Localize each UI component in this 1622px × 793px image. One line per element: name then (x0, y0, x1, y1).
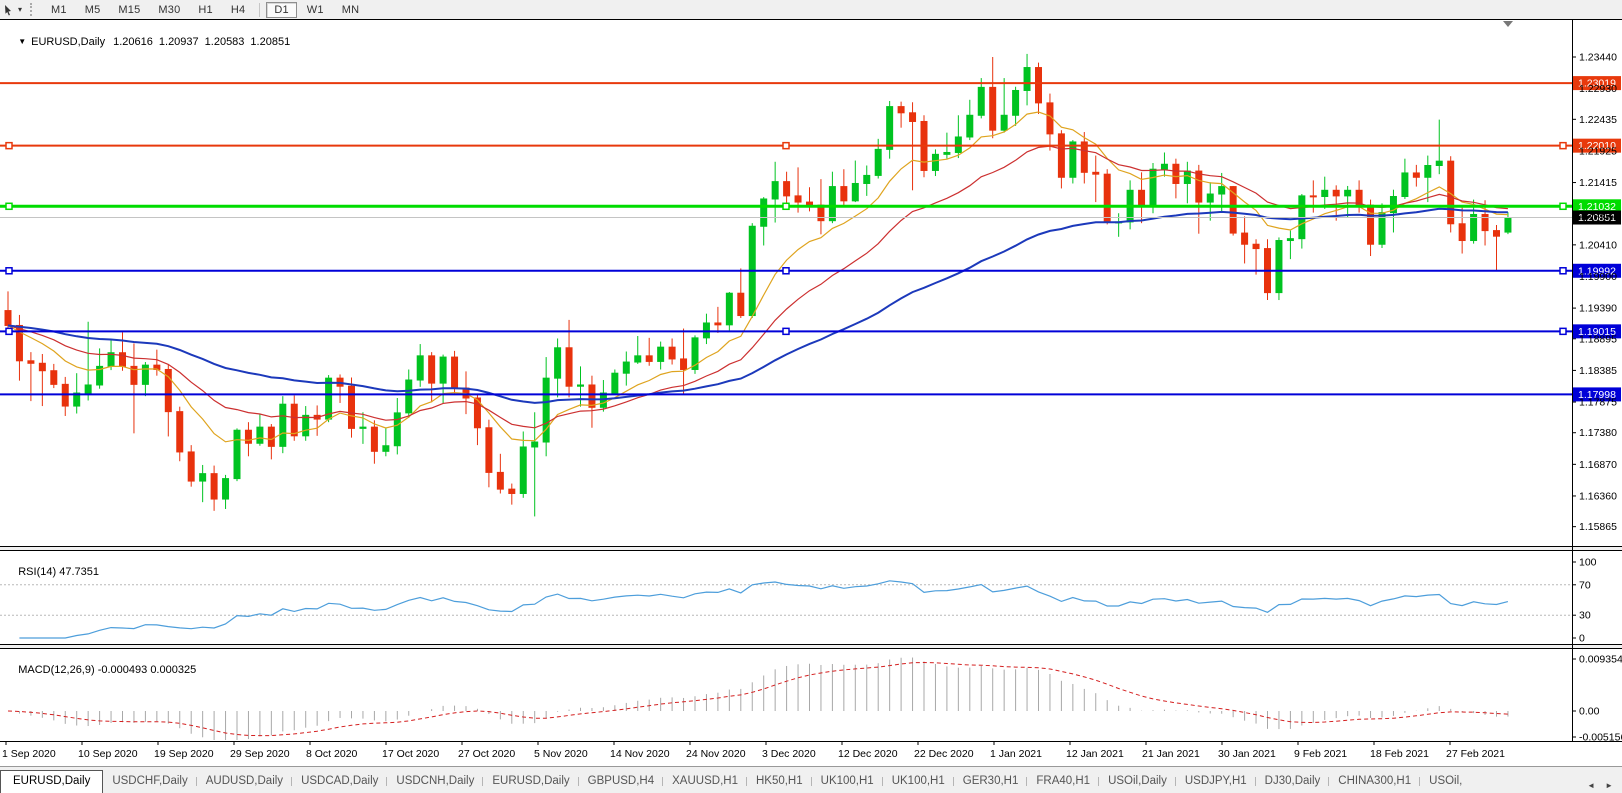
mt4-window: ▾ M1M5M15M30H1H4D1W1MN 1.230191.220101.2… (0, 0, 1622, 793)
date-tick-label: 18 Feb 2021 (1370, 748, 1429, 760)
date-tick-label: 22 Dec 2020 (914, 748, 974, 760)
hline-handle[interactable] (6, 268, 12, 274)
panel-backgrounds (0, 19, 1622, 741)
chart-tab-uk100-h1[interactable]: UK100,H1 (883, 771, 954, 792)
date-tick-label: 24 Nov 2020 (686, 748, 746, 760)
hline-handle[interactable] (1560, 143, 1566, 149)
chart-tab-bar: EURUSD,DailyUSDCHF,DailyAUDUSD,DailyUSDC… (0, 766, 1622, 793)
chart-tab-usoil-[interactable]: USOil, (1420, 771, 1471, 792)
hline-handle[interactable] (783, 268, 789, 274)
rsi-tick-label: 100 (1579, 557, 1597, 569)
hline-handle[interactable] (1560, 268, 1566, 274)
date-tick-label: 10 Sep 2020 (78, 748, 138, 760)
price-tick-label: 1.22435 (1579, 114, 1617, 126)
date-tick-label: 27 Feb 2021 (1446, 748, 1505, 760)
chart-tab-usdcnh-daily[interactable]: USDCNH,Daily (387, 771, 483, 792)
tab-scroll-left-icon[interactable]: ◄ (1582, 778, 1600, 793)
date-tick-label: 21 Jan 2021 (1142, 748, 1200, 760)
price-tick-label: 1.18895 (1579, 333, 1617, 345)
price-tick-label: 1.21925 (1579, 145, 1617, 157)
price-tick-label: 1.21415 (1579, 177, 1617, 189)
date-tick-label: 5 Nov 2020 (534, 748, 588, 760)
time-axis[interactable]: 1 Sep 2020 10 Sep 2020 19 Sep 2020 29 Sep 2… (2, 741, 1505, 760)
hline-handle[interactable] (6, 203, 12, 209)
price-tick-label: 1.23440 (1579, 52, 1617, 64)
hline-handle[interactable] (783, 143, 789, 149)
price-tick-label: 1.18385 (1579, 365, 1617, 377)
date-tick-label: 1 Jan 2021 (990, 748, 1042, 760)
date-tick-label: 19 Sep 2020 (154, 748, 214, 760)
chart-tab-uk100-h1[interactable]: UK100,H1 (812, 771, 883, 792)
hline-handle[interactable] (6, 143, 12, 149)
date-tick-label: 1 Sep 2020 (2, 748, 56, 760)
price-tick-label: 1.19900 (1579, 271, 1617, 283)
macd-tick-label: 0.00 (1579, 706, 1600, 718)
date-tick-label: 12 Jan 2021 (1066, 748, 1124, 760)
date-tick-label: 12 Dec 2020 (838, 748, 898, 760)
chart-tab-hk50-h1[interactable]: HK50,H1 (747, 771, 812, 792)
hline-handle[interactable] (6, 328, 12, 334)
date-tick-label: 17 Oct 2020 (382, 748, 439, 760)
chart-tab-eurusd-daily[interactable]: EURUSD,Daily (483, 771, 578, 792)
rsi-tick-label: 0 (1579, 633, 1585, 645)
macd-tick-label: -0.005156 (1579, 732, 1622, 744)
chart-tab-eurusd-daily[interactable]: EURUSD,Daily (0, 770, 103, 793)
price-tick-label: 1.16870 (1579, 459, 1617, 471)
chart-tab-usdcad-daily[interactable]: USDCAD,Daily (292, 771, 387, 792)
date-tick-label: 27 Oct 2020 (458, 748, 515, 760)
date-tick-label: 9 Feb 2021 (1294, 748, 1347, 760)
tab-scroll-right-icon[interactable]: ► (1600, 778, 1618, 793)
price-tick-label: 1.22930 (1579, 83, 1617, 95)
chart-tab-dj30-daily[interactable]: DJ30,Daily (1256, 771, 1330, 792)
rsi-tick-label: 70 (1579, 579, 1591, 591)
hline-handle[interactable] (783, 203, 789, 209)
rsi-tick-label: 30 (1579, 610, 1591, 622)
chart-tab-xauusd-h1[interactable]: XAUUSD,H1 (663, 771, 747, 792)
macd-tick-label: 0.009354 (1579, 653, 1622, 665)
price-tick-label: 1.20905 (1579, 209, 1617, 221)
hline-handle[interactable] (1560, 328, 1566, 334)
chart-tab-gbpusd-h4[interactable]: GBPUSD,H4 (579, 771, 663, 792)
price-tick-label: 1.15865 (1579, 521, 1617, 533)
price-tick-label: 1.20410 (1579, 239, 1617, 251)
chart-tab-usdchf-daily[interactable]: USDCHF,Daily (103, 771, 196, 792)
chart-tabs: EURUSD,DailyUSDCHF,DailyAUDUSD,DailyUSDC… (0, 770, 1471, 793)
date-tick-label: 29 Sep 2020 (230, 748, 290, 760)
tab-scroll-buttons: ◄ ► (1582, 778, 1622, 793)
chart-tab-fra40-h1[interactable]: FRA40,H1 (1027, 771, 1099, 792)
price-tick-label: 1.17380 (1579, 427, 1617, 439)
date-tick-label: 30 Jan 2021 (1218, 748, 1276, 760)
chart-tab-ger30-h1[interactable]: GER30,H1 (954, 771, 1028, 792)
price-tick-label: 1.16360 (1579, 490, 1617, 502)
date-tick-label: 14 Nov 2020 (610, 748, 670, 760)
hline-handle[interactable] (783, 328, 789, 334)
price-tick-label: 1.17875 (1579, 397, 1617, 409)
date-tick-label: 8 Oct 2020 (306, 748, 358, 760)
date-tick-label: 3 Dec 2020 (762, 748, 816, 760)
chart-tab-usoil-daily[interactable]: USOil,Daily (1099, 771, 1176, 792)
chart-tab-china300-h1[interactable]: CHINA300,H1 (1329, 771, 1420, 792)
chart-tab-usdjpy-h1[interactable]: USDJPY,H1 (1176, 771, 1256, 792)
hline-handle[interactable] (1560, 203, 1566, 209)
chart-tab-audusd-daily[interactable]: AUDUSD,Daily (197, 771, 292, 792)
chart-canvas: 1.230191.220101.210321.199921.190151.179… (0, 0, 1622, 767)
price-tick-label: 1.19390 (1579, 303, 1617, 315)
